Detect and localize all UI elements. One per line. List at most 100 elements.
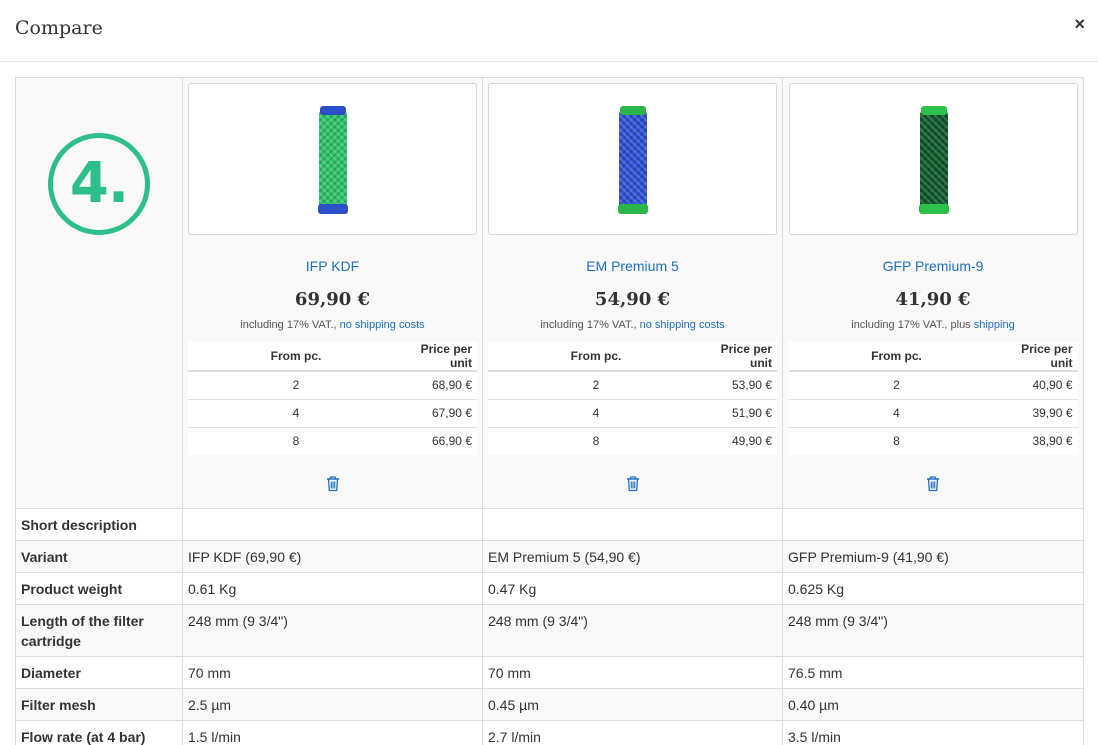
attribute-value: 0.61 Kg bbox=[182, 572, 483, 605]
attribute-row: Length of the filter cartridge 248 mm (9 … bbox=[15, 604, 1084, 657]
tier-header-price: Price per unit bbox=[404, 342, 477, 372]
attribute-row: Short description bbox=[15, 508, 1084, 541]
tier-unit-price: 67,90 € bbox=[404, 399, 477, 428]
attribute-value: 0.47 Kg bbox=[482, 572, 783, 605]
product-row: 4. IFP KDF 69,90 € including 17% VAT., n… bbox=[15, 77, 1084, 509]
attribute-row: Flow rate (at 4 bar) 1.5 l/min 2.7 l/min 3.… bbox=[15, 720, 1084, 745]
attribute-label: Short description bbox=[15, 508, 183, 541]
tier-header-price: Price per unit bbox=[1004, 342, 1078, 372]
attribute-value: EM Premium 5 (54,90 €) bbox=[482, 540, 783, 573]
attribute-label: Length of the filter cartridge bbox=[15, 604, 183, 657]
shipping-link[interactable]: no shipping costs bbox=[340, 319, 425, 331]
attribute-row: Product weight 0.61 Kg 0.47 Kg 0.625 Kg bbox=[15, 572, 1084, 605]
attribute-value: 70 mm bbox=[182, 656, 483, 689]
attribute-value: 248 mm (9 3/4") bbox=[782, 604, 1084, 657]
attribute-value: 248 mm (9 3/4") bbox=[482, 604, 783, 657]
attribute-row: Diameter 70 mm 70 mm 76.5 mm bbox=[15, 656, 1084, 689]
vat-info: including 17% VAT., no shipping costs bbox=[488, 318, 777, 332]
shipping-link[interactable]: shipping bbox=[974, 319, 1015, 331]
tier-unit-price: 66,90 € bbox=[404, 427, 477, 455]
tier-from-pc: 8 bbox=[488, 427, 704, 455]
vat-text: including 17% VAT., bbox=[540, 319, 640, 331]
attribute-value bbox=[482, 508, 783, 541]
tier-row: 2 53,90 € bbox=[488, 371, 777, 400]
attribute-label: Product weight bbox=[15, 572, 183, 605]
tier-unit-price: 51,90 € bbox=[704, 399, 777, 428]
tier-from-pc: 8 bbox=[188, 427, 404, 455]
product-column-2: EM Premium 5 54,90 € including 17% VAT.,… bbox=[482, 77, 783, 509]
close-button[interactable]: × bbox=[1074, 12, 1085, 36]
vat-text: including 17% VAT., plus bbox=[851, 319, 974, 331]
tier-header-from: From pc. bbox=[488, 342, 704, 372]
tier-row: 2 68,90 € bbox=[188, 371, 477, 400]
filter-cartridge-image bbox=[618, 106, 648, 214]
vat-text: including 17% VAT., bbox=[240, 319, 340, 331]
attribute-value bbox=[182, 508, 483, 541]
product-image[interactable] bbox=[188, 83, 477, 235]
trash-icon[interactable] bbox=[326, 476, 340, 492]
logo-cell: 4. bbox=[15, 77, 183, 509]
product-image[interactable] bbox=[488, 83, 777, 235]
tier-unit-price: 49,90 € bbox=[704, 427, 777, 455]
filter-cartridge-image bbox=[918, 106, 949, 214]
product-name-link[interactable]: GFP Premium-9 bbox=[788, 257, 1078, 275]
attribute-label: Variant bbox=[15, 540, 183, 573]
tier-unit-price: 40,90 € bbox=[1004, 371, 1078, 400]
tier-from-pc: 2 bbox=[188, 371, 404, 400]
tier-unit-price: 38,90 € bbox=[1004, 427, 1078, 455]
attribute-label: Flow rate (at 4 bar) bbox=[15, 720, 183, 745]
shipping-link[interactable]: no shipping costs bbox=[640, 319, 725, 331]
tier-row: 8 49,90 € bbox=[488, 427, 777, 455]
attribute-row: Filter mesh 2.5 µm 0.45 µm 0.40 µm bbox=[15, 688, 1084, 721]
attribute-value: 76.5 mm bbox=[782, 656, 1084, 689]
tier-unit-price: 53,90 € bbox=[704, 371, 777, 400]
tier-row: 2 40,90 € bbox=[788, 371, 1078, 400]
step-badge: 4. bbox=[48, 133, 150, 235]
attribute-value: 2.7 l/min bbox=[482, 720, 783, 745]
product-image[interactable] bbox=[788, 83, 1078, 235]
attribute-value: 248 mm (9 3/4") bbox=[182, 604, 483, 657]
product-column-3: GFP Premium-9 41,90 € including 17% VAT.… bbox=[782, 77, 1084, 509]
trash-icon[interactable] bbox=[626, 476, 640, 492]
dialog-title: Compare bbox=[15, 17, 103, 39]
tier-row: 4 67,90 € bbox=[188, 399, 477, 428]
product-price: 69,90 € bbox=[294, 289, 371, 310]
product-name-link[interactable]: IFP KDF bbox=[188, 257, 477, 275]
tier-from-pc: 2 bbox=[788, 371, 1005, 400]
tier-header-price: Price per unit bbox=[704, 342, 777, 372]
tier-unit-price: 68,90 € bbox=[404, 371, 477, 400]
attribute-value: 70 mm bbox=[482, 656, 783, 689]
trash-icon[interactable] bbox=[926, 476, 940, 492]
tier-price-table: From pc. Price per unit 2 53,90 €4 51,90 €… bbox=[488, 342, 777, 455]
tier-from-pc: 4 bbox=[188, 399, 404, 428]
tier-row: 8 38,90 € bbox=[788, 427, 1078, 455]
filter-cartridge-image bbox=[318, 106, 348, 214]
dialog-header: Compare × bbox=[0, 0, 1098, 62]
attribute-label: Diameter bbox=[15, 656, 183, 689]
tier-row: 4 39,90 € bbox=[788, 399, 1078, 428]
attribute-value: 2.5 µm bbox=[182, 688, 483, 721]
product-name-link[interactable]: EM Premium 5 bbox=[488, 257, 777, 275]
attribute-value: 0.40 µm bbox=[782, 688, 1084, 721]
attribute-value bbox=[782, 508, 1084, 541]
attribute-label: Filter mesh bbox=[15, 688, 183, 721]
attribute-value: IFP KDF (69,90 €) bbox=[182, 540, 483, 573]
attribute-value: 3.5 l/min bbox=[782, 720, 1084, 745]
vat-info: including 17% VAT., plus shipping bbox=[788, 318, 1078, 332]
tier-row: 4 51,90 € bbox=[488, 399, 777, 428]
tier-price-table: From pc. Price per unit 2 40,90 €4 39,90 €… bbox=[788, 342, 1078, 455]
tier-header-from: From pc. bbox=[188, 342, 404, 372]
attribute-value: 0.625 Kg bbox=[782, 572, 1084, 605]
attribute-value: 1.5 l/min bbox=[182, 720, 483, 745]
tier-unit-price: 39,90 € bbox=[1004, 399, 1078, 428]
product-price: 41,90 € bbox=[895, 289, 971, 310]
tier-price-table: From pc. Price per unit 2 68,90 €4 67,90 €… bbox=[188, 342, 477, 455]
product-column-1: IFP KDF 69,90 € including 17% VAT., no s… bbox=[182, 77, 483, 509]
tier-from-pc: 8 bbox=[788, 427, 1005, 455]
attribute-value: 0.45 µm bbox=[482, 688, 783, 721]
vat-info: including 17% VAT., no shipping costs bbox=[188, 318, 477, 332]
tier-from-pc: 4 bbox=[788, 399, 1005, 428]
tier-row: 8 66,90 € bbox=[188, 427, 477, 455]
comparison-table: 4. IFP KDF 69,90 € including 17% VAT., n… bbox=[15, 77, 1084, 745]
product-price: 54,90 € bbox=[594, 289, 671, 310]
